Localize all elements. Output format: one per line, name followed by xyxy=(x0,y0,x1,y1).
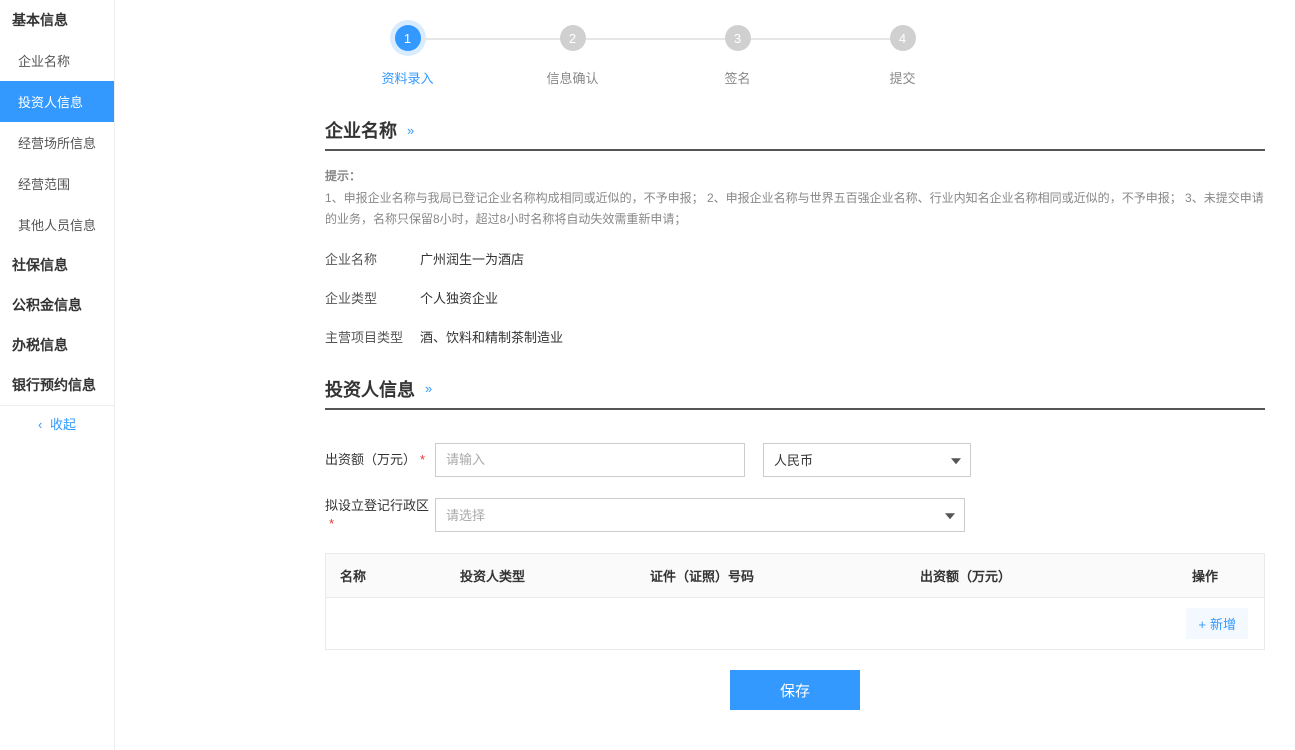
th-amt: 出资额（万元） xyxy=(906,554,1146,597)
section-title-investor: 投资人信息 xyxy=(325,376,415,402)
step-4-label: 提交 xyxy=(889,68,915,87)
label-company-name: 企业名称 xyxy=(325,249,420,268)
step-3: 3 签名 xyxy=(655,20,820,87)
label-region: 拟设立登记行政区* xyxy=(325,497,435,533)
collapse-label: 收起 xyxy=(50,417,76,432)
save-button[interactable]: 保存 xyxy=(730,670,860,710)
investor-table: 名称 投资人类型 证件（证照）号码 出资额（万元） 操作 +新增 xyxy=(325,553,1265,650)
sidebar-item-scope[interactable]: 经营范围 xyxy=(0,163,114,204)
sidebar-collapse[interactable]: ‹ 收起 xyxy=(0,405,114,441)
step-2: 2 信息确认 xyxy=(490,20,655,87)
label-main-category: 主营项目类型 xyxy=(325,327,420,346)
region-select[interactable]: 请选择 xyxy=(435,498,965,532)
value-company-name: 广州润生一为酒店 xyxy=(420,249,524,268)
sidebar-group-bank[interactable]: 银行预约信息 xyxy=(0,365,114,405)
sidebar: 基本信息 企业名称 投资人信息 经营场所信息 经营范围 其他人员信息 社保信息 … xyxy=(0,0,115,750)
hint-title: 提示： xyxy=(325,169,361,183)
step-2-num: 2 xyxy=(560,25,586,51)
plus-icon: + xyxy=(1198,617,1206,632)
value-main-category: 酒、饮料和精制茶制造业 xyxy=(420,327,563,346)
table-header: 名称 投资人类型 证件（证照）号码 出资额（万元） 操作 xyxy=(326,554,1264,598)
sidebar-item-location[interactable]: 经营场所信息 xyxy=(0,122,114,163)
sidebar-item-other-personnel[interactable]: 其他人员信息 xyxy=(0,204,114,245)
step-1-label: 资料录入 xyxy=(381,68,433,87)
label-company-type: 企业类型 xyxy=(325,288,420,307)
step-2-label: 信息确认 xyxy=(546,68,598,87)
sidebar-item-investor[interactable]: 投资人信息 xyxy=(0,81,114,122)
currency-select[interactable]: 人民币 xyxy=(763,443,971,477)
step-indicator: 1 资料录入 2 信息确认 3 签名 4 提交 xyxy=(325,20,985,87)
th-id: 证件（证照）号码 xyxy=(636,554,906,597)
chevron-down-icon[interactable]: » xyxy=(425,381,428,396)
sidebar-item-company-name[interactable]: 企业名称 xyxy=(0,40,114,81)
sidebar-group-basic: 基本信息 xyxy=(0,0,114,40)
label-amount: 出资额（万元）* xyxy=(325,451,435,469)
sidebar-group-tax[interactable]: 办税信息 xyxy=(0,325,114,365)
amount-input[interactable] xyxy=(435,443,745,477)
main-content: 1 资料录入 2 信息确认 3 签名 4 提交 企业名称 » xyxy=(115,0,1295,750)
value-company-type: 个人独资企业 xyxy=(420,288,498,307)
add-row-button[interactable]: +新增 xyxy=(1186,608,1248,639)
sidebar-group-fund[interactable]: 公积金信息 xyxy=(0,285,114,325)
sidebar-group-social[interactable]: 社保信息 xyxy=(0,245,114,285)
hint-body: 1、申报企业名称与我局已登记企业名称构成相同或近似的，不予申报； 2、申报企业名… xyxy=(325,191,1264,227)
th-op: 操作 xyxy=(1146,554,1264,597)
company-hint: 提示： 1、申报企业名称与我局已登记企业名称构成相同或近似的，不予申报； 2、申… xyxy=(325,166,1265,231)
step-3-label: 签名 xyxy=(724,68,750,87)
step-1: 1 资料录入 xyxy=(325,20,490,87)
th-type: 投资人类型 xyxy=(446,554,636,597)
step-3-num: 3 xyxy=(725,25,751,51)
th-name: 名称 xyxy=(326,554,446,597)
step-4: 4 提交 xyxy=(820,20,985,87)
chevron-down-icon[interactable]: » xyxy=(407,123,410,138)
section-title-company: 企业名称 xyxy=(325,117,397,143)
step-1-num: 1 xyxy=(395,25,421,51)
chevron-left-icon: ‹ xyxy=(38,417,42,432)
step-4-num: 4 xyxy=(890,25,916,51)
